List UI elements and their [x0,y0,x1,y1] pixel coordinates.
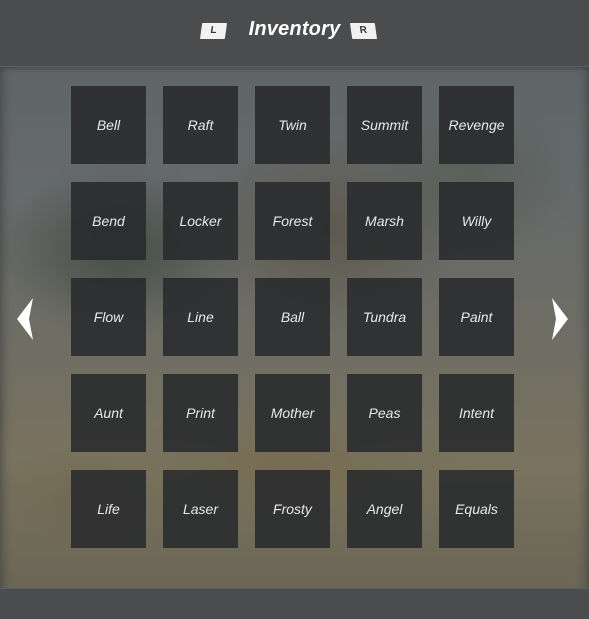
inventory-slot[interactable]: Life [71,470,146,548]
inventory-slot-label: Life [97,501,120,517]
inventory-slot-label: Tundra [362,309,407,325]
inventory-slot[interactable]: Peas [347,374,422,452]
inventory-slot[interactable]: Revenge [439,86,514,164]
inventory-slot-label: Forest [272,213,313,229]
inventory-slot-label: Mother [270,405,315,421]
inventory-grid: Bell Raft Twin Summit Revenge Bend Locker Fores… [71,86,514,548]
inventory-slot[interactable]: Equals [439,470,514,548]
inventory-slot-label: Aunt [94,405,123,421]
inventory-slot[interactable]: Angel [347,470,422,548]
inventory-slot-label: Flow [93,309,124,325]
inventory-slot[interactable]: Intent [439,374,514,452]
inventory-footer [0,588,589,619]
inventory-slot[interactable]: Locker [163,182,238,260]
inventory-slot[interactable]: Aunt [71,374,146,452]
inventory-slot[interactable]: Willy [439,182,514,260]
inventory-slot[interactable]: Summit [347,86,422,164]
inventory-slot[interactable]: Forest [255,182,330,260]
inventory-slot-label: Paint [460,309,493,325]
inventory-slot-label: Bend [92,213,125,229]
next-page-button[interactable] [550,298,568,340]
previous-page-button[interactable] [17,298,35,340]
inventory-slot-label: Intent [458,405,495,421]
inventory-slot-label: Equals [455,501,498,517]
inventory-slot-label: Line [187,309,214,325]
inventory-slot[interactable]: Flow [71,278,146,356]
inventory-slot[interactable]: Bell [71,86,146,164]
chevron-left-icon [17,298,33,340]
inventory-slot[interactable]: Ball [255,278,330,356]
inventory-slot-label: Peas [368,405,401,421]
inventory-slot[interactable]: Tundra [347,278,422,356]
inventory-slot-label: Ball [280,309,305,325]
chevron-right-icon [552,298,568,340]
inventory-slot-label: Willy [461,213,492,229]
inventory-header: L Inventory R [0,0,589,67]
inventory-slot-label: Marsh [365,213,404,229]
inventory-slot[interactable]: Frosty [255,470,330,548]
inventory-slot[interactable]: Marsh [347,182,422,260]
inventory-slot-label: Locker [179,213,222,229]
inventory-slot-label: Revenge [448,117,505,133]
inventory-slot-label: Frosty [273,501,312,517]
inventory-screen: L Inventory R Bell Raft Twin Summit Revenge B… [0,0,589,619]
inventory-slot-label: Angel [366,501,403,517]
inventory-slot[interactable]: Mother [255,374,330,452]
inventory-slot-label: Print [186,405,215,421]
inventory-slot-label: Twin [278,117,307,133]
inventory-slot-label: Bell [96,117,121,133]
inventory-slot-label: Summit [360,117,409,133]
inventory-slot[interactable]: Bend [71,182,146,260]
page-title: Inventory [248,18,341,40]
inventory-slot-label: Laser [182,501,219,517]
inventory-slot[interactable]: Twin [255,86,330,164]
inventory-slot-label: Raft [187,117,214,133]
right-shoulder-button-icon[interactable]: R [350,23,377,39]
inventory-slot[interactable]: Raft [163,86,238,164]
inventory-slot[interactable]: Laser [163,470,238,548]
inventory-slot[interactable]: Line [163,278,238,356]
inventory-slot[interactable]: Paint [439,278,514,356]
inventory-slot[interactable]: Print [163,374,238,452]
